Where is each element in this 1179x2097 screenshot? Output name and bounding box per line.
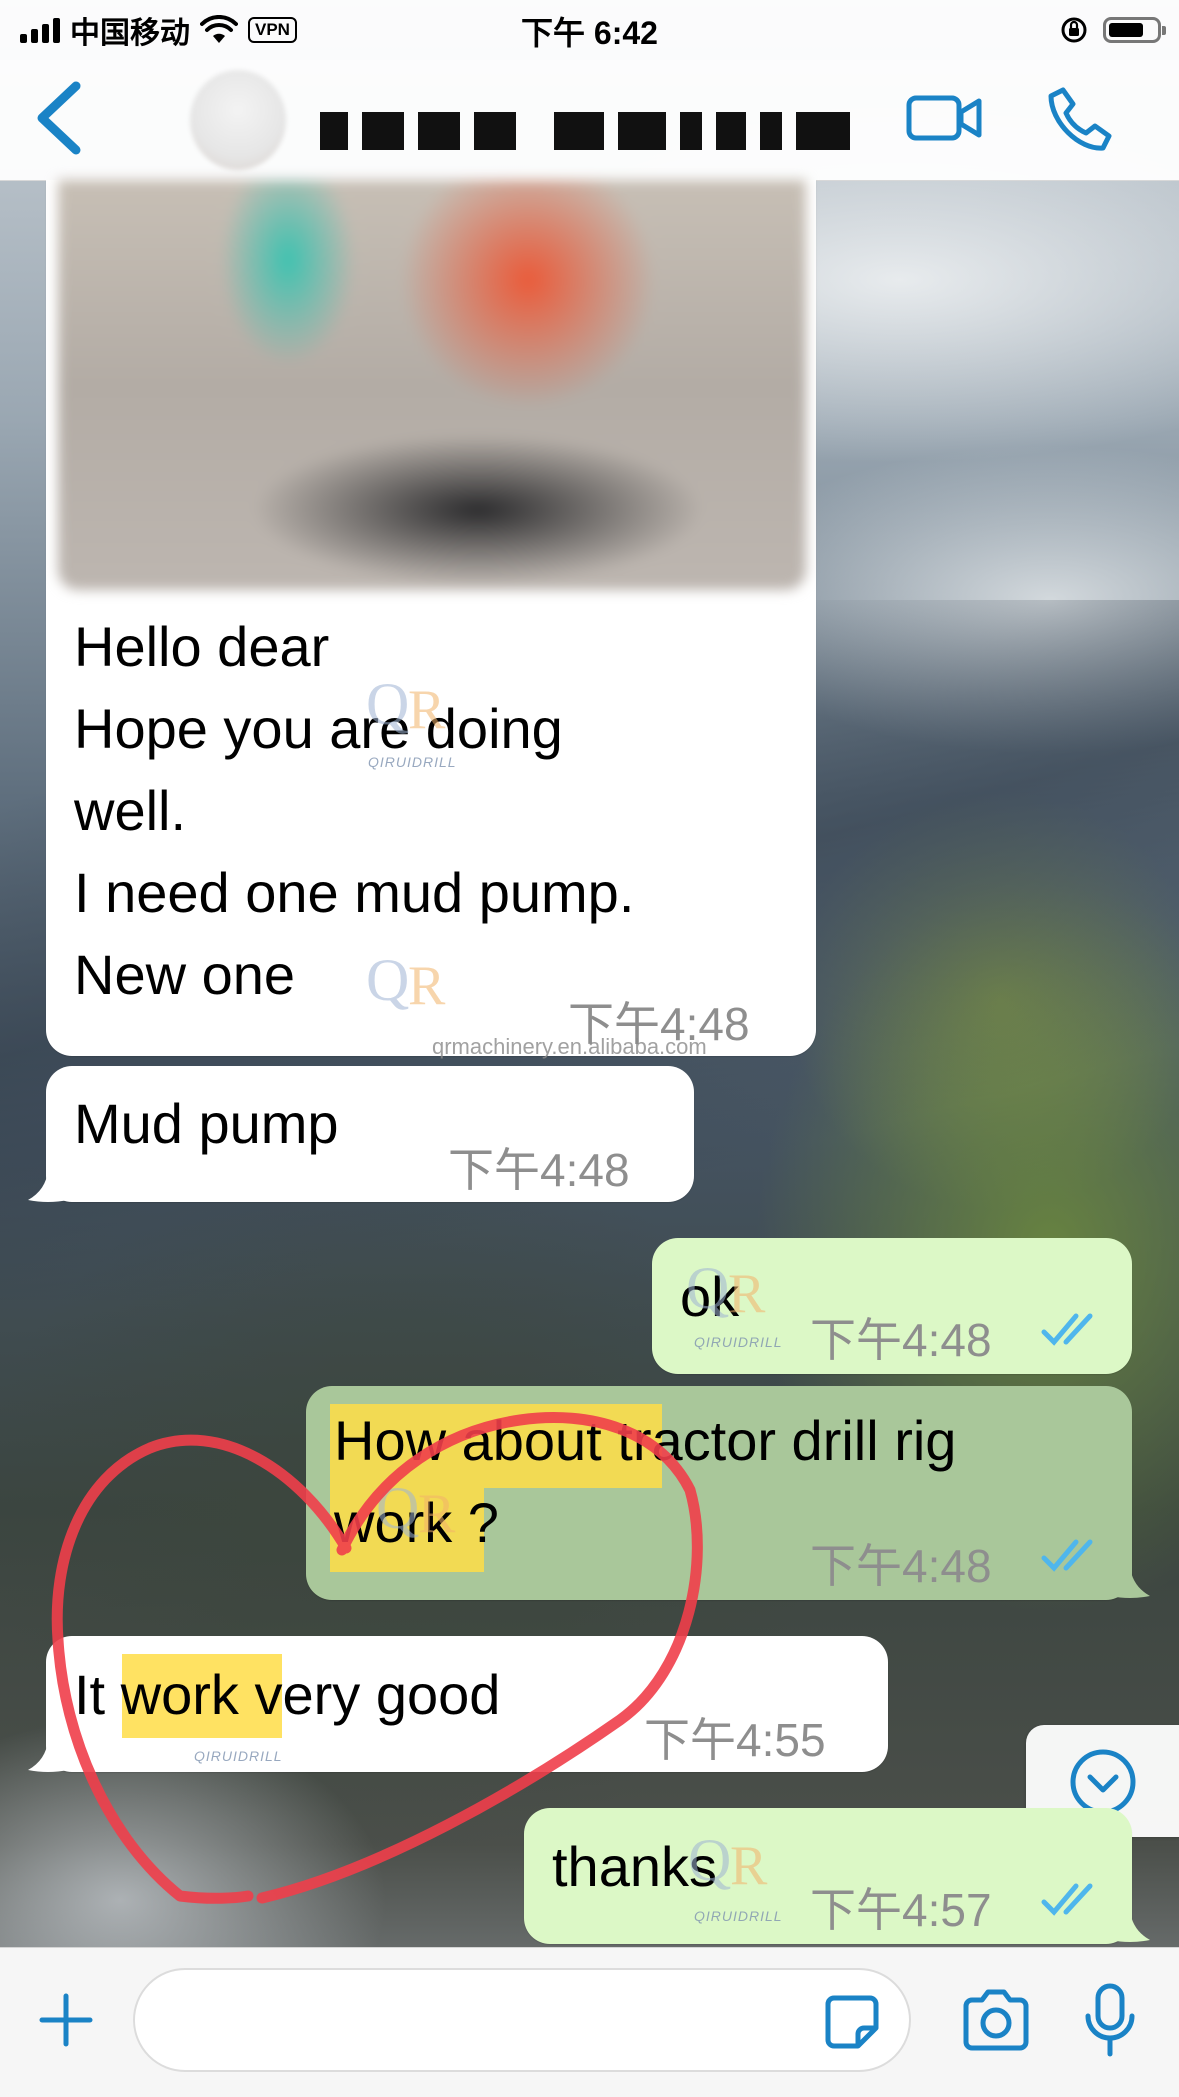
plus-icon	[39, 1993, 93, 2047]
message-input[interactable]	[133, 1968, 911, 2072]
heart-annotation-drawing	[51, 1412, 703, 1904]
sticker-icon	[825, 1995, 879, 2049]
voice-message-button[interactable]	[1080, 1982, 1140, 2062]
camera-button[interactable]	[960, 1988, 1032, 2052]
microphone-icon	[1085, 1983, 1135, 2057]
attach-plus-button[interactable]	[36, 1990, 96, 2050]
message-input-bar	[0, 1947, 1179, 2097]
camera-icon	[963, 1989, 1029, 2051]
sticker-button[interactable]	[822, 1992, 882, 2052]
